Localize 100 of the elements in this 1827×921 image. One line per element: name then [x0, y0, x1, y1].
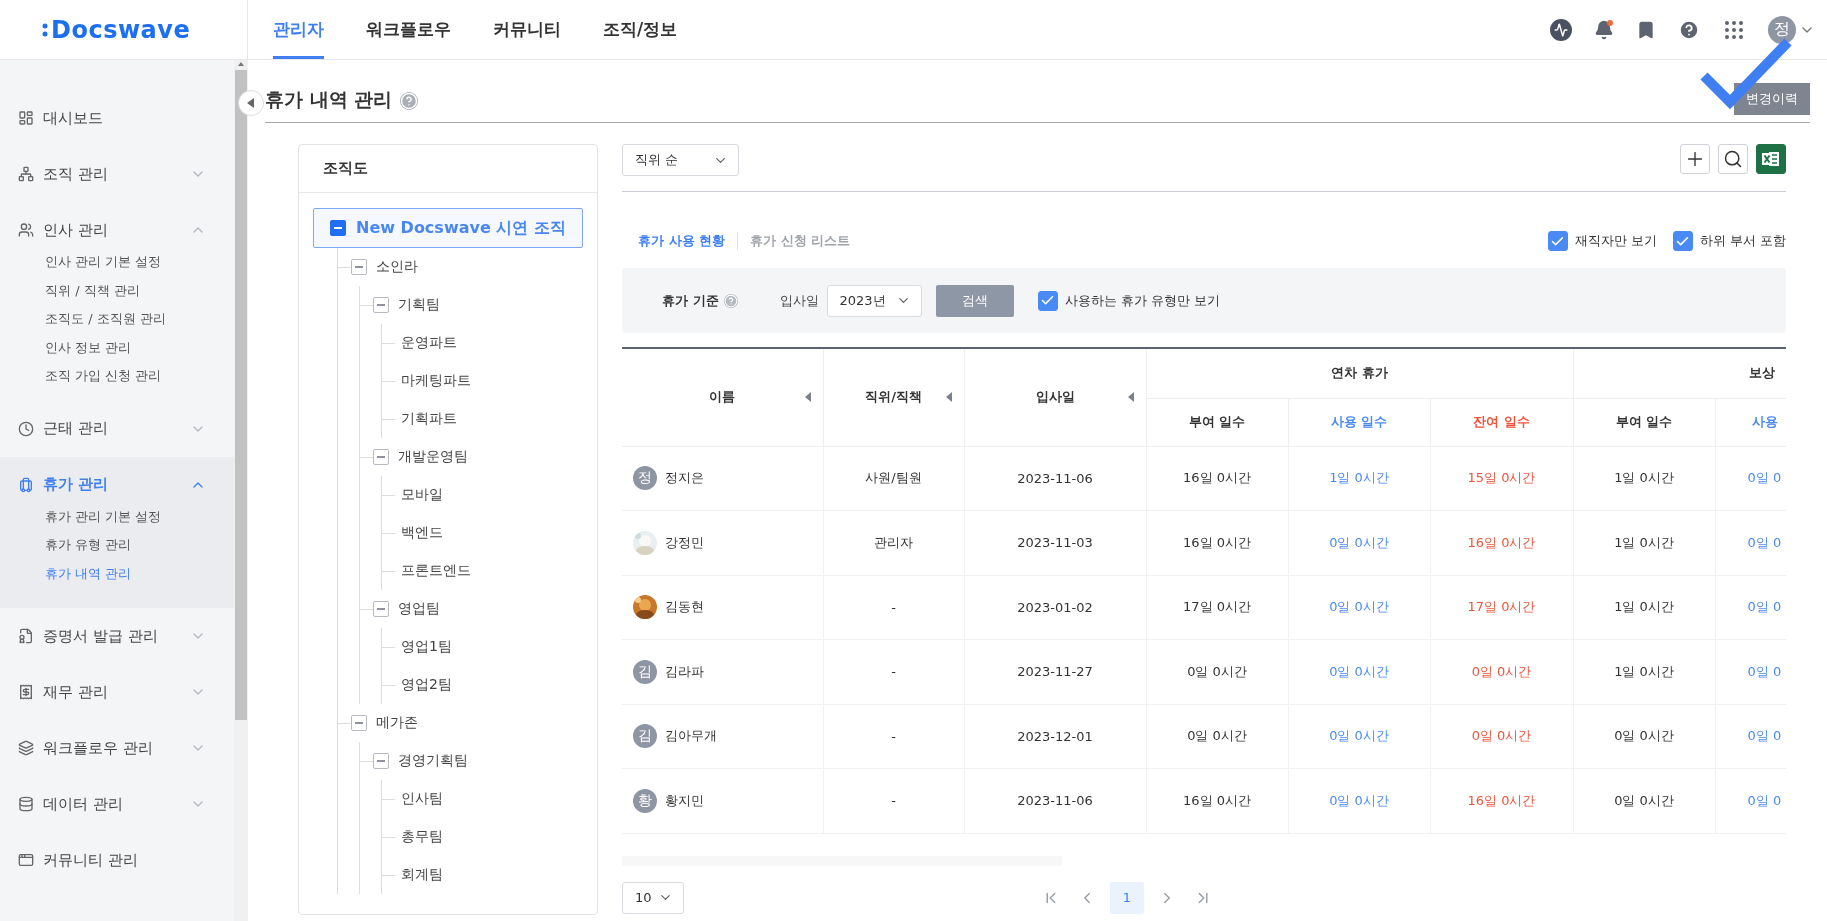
- table-cell: 17일 0시간: [1430, 575, 1573, 640]
- tree-node[interactable]: 마케팅파트: [401, 372, 471, 390]
- table-cell: 관리자: [823, 510, 964, 575]
- collapse-toggle[interactable]: [351, 715, 367, 731]
- checkbox[interactable]: [1037, 290, 1058, 311]
- collapse-toggle[interactable]: [351, 259, 367, 275]
- sidebar-item[interactable]: 증명서 발급 관리: [0, 608, 234, 664]
- tree-node[interactable]: 모바일: [401, 486, 443, 504]
- tree-node[interactable]: 총무팀: [401, 828, 443, 846]
- database-icon: [18, 796, 34, 812]
- nav-tab[interactable]: 조직/정보: [603, 0, 678, 59]
- table-cell: 2023-11-06: [964, 446, 1146, 511]
- luggage-icon: [18, 476, 34, 493]
- collapse-toggle[interactable]: [373, 297, 389, 313]
- scroll-up-icon[interactable]: [237, 60, 245, 68]
- column-header[interactable]: 이름: [622, 348, 823, 446]
- nav-tab[interactable]: 커뮤니티: [493, 0, 561, 59]
- table-cell: 0일 0시간: [1288, 704, 1430, 769]
- people-icon: [18, 222, 34, 238]
- table-cell: 16일 0시간: [1430, 510, 1573, 575]
- collapse-toggle[interactable]: [373, 449, 389, 465]
- tree-node[interactable]: 메가존: [376, 714, 418, 732]
- tree-node[interactable]: 소인라: [376, 258, 418, 276]
- sort-icon[interactable]: [1127, 392, 1134, 403]
- scrollbar[interactable]: [234, 60, 248, 921]
- bell-icon[interactable]: [1594, 19, 1614, 40]
- add-button[interactable]: [1680, 144, 1710, 174]
- checkbox[interactable]: [1672, 231, 1693, 251]
- tree-node[interactable]: 개발운영팀: [398, 448, 468, 466]
- sort-icon[interactable]: [945, 392, 952, 403]
- avatar: 김: [633, 659, 657, 684]
- employee-name: 황지민: [665, 791, 704, 810]
- view-tab[interactable]: 휴가 사용 현황: [638, 232, 738, 250]
- history-button[interactable]: 변경이력: [1734, 83, 1810, 115]
- employee-name: 강정민: [665, 533, 704, 552]
- avatar: 황: [633, 788, 657, 813]
- table-cell: 0일 0시간: [1288, 575, 1430, 640]
- sidebar-item[interactable]: 워크플로우 관리: [0, 720, 234, 776]
- employee-name: 김동현: [665, 598, 704, 617]
- activity-icon[interactable]: [1550, 18, 1572, 41]
- table-cell: 0일 0: [1715, 575, 1786, 640]
- collapse-toggle[interactable]: [373, 601, 389, 617]
- sidebar-item[interactable]: 데이터 관리: [0, 776, 234, 832]
- table-cell: 2023-01-02: [964, 575, 1146, 640]
- table-cell: 0일 0시간: [1146, 639, 1288, 704]
- sidebar-subitem[interactable]: 인사 관리 기본 설정: [0, 248, 234, 277]
- tree-node[interactable]: 기획팀: [398, 296, 440, 314]
- layers-icon: [18, 740, 34, 756]
- tree-node[interactable]: 백엔드: [401, 524, 443, 542]
- column-header[interactable]: 입사일: [964, 348, 1146, 446]
- date-label: 입사일: [779, 291, 819, 310]
- sidebar-item[interactable]: 대시보드: [0, 90, 234, 146]
- table-cell: 0일 0: [1715, 768, 1786, 833]
- help-icon[interactable]: [1678, 18, 1700, 41]
- window-icon: [18, 852, 34, 868]
- sidebar-subitem[interactable]: 휴가 관리 기본 설정: [0, 502, 234, 531]
- checkbox-label: 사용하는 휴가 유형만 보기: [1064, 291, 1220, 310]
- tree-node[interactable]: 프론트엔드: [401, 562, 471, 580]
- logo-icon: [42, 21, 48, 38]
- table-cell: 16일 0시간: [1146, 510, 1288, 575]
- tree-node[interactable]: 경영기획팀: [398, 752, 468, 770]
- tree-node[interactable]: 운영파트: [401, 334, 457, 352]
- tree-node[interactable]: 영업1팀: [401, 638, 452, 656]
- search-icon: [1723, 149, 1743, 169]
- tree-node[interactable]: 영업2팀: [401, 676, 452, 694]
- sidebar-subitem[interactable]: 휴가 유형 관리: [0, 531, 234, 560]
- tree-node[interactable]: 영업팀: [398, 600, 440, 618]
- sidebar-subitem[interactable]: 인사 정보 관리: [0, 333, 234, 362]
- column-header: 부여 일수: [1146, 398, 1288, 446]
- tree-node[interactable]: 인사팀: [401, 790, 443, 808]
- table-cell: 16일 0시간: [1146, 446, 1288, 511]
- year-select[interactable]: 2023년: [826, 284, 922, 317]
- column-header[interactable]: 직위/직책: [823, 348, 964, 446]
- checkbox[interactable]: [1547, 231, 1568, 251]
- employee-name: 김아무개: [665, 727, 717, 746]
- sort-select[interactable]: 직위 순: [622, 144, 739, 176]
- sidebar-item[interactable]: 커뮤니티 관리: [0, 832, 234, 888]
- sidebar-subitem[interactable]: 직위 / 직책 관리: [0, 276, 234, 305]
- bookmark-icon[interactable]: [1636, 19, 1656, 40]
- nav-tab[interactable]: 워크플로우: [366, 0, 451, 59]
- page-size-select[interactable]: 10: [622, 881, 684, 914]
- sidebar-subitem[interactable]: 조직도 / 조직원 관리: [0, 305, 234, 334]
- sidebar-item[interactable]: 조직 관리: [0, 146, 234, 202]
- search-button[interactable]: [1718, 144, 1748, 174]
- table-cell: 2023-11-27: [964, 639, 1146, 704]
- nav-tab[interactable]: 관리자: [273, 0, 324, 59]
- tree-node[interactable]: 기획파트: [401, 410, 457, 428]
- collapse-toggle[interactable]: [373, 753, 389, 769]
- column-header: 사용 일수: [1288, 398, 1430, 446]
- sidebar-subitem[interactable]: 조직 가입 신청 관리: [0, 362, 234, 391]
- logo[interactable]: Docswave: [51, 15, 191, 44]
- sidebar-item[interactable]: 근태 관리: [0, 400, 234, 457]
- collapse-toggle[interactable]: [330, 220, 346, 236]
- table-cell: 0일 0: [1715, 639, 1786, 704]
- tree-node[interactable]: 회계팀: [401, 866, 443, 884]
- table-cell: 0일 0: [1715, 704, 1786, 769]
- sidebar-item[interactable]: 재무 관리: [0, 664, 234, 720]
- clock-icon: [18, 420, 34, 437]
- spreadsheet-export-button[interactable]: [1756, 144, 1786, 174]
- sort-icon[interactable]: [804, 392, 811, 403]
